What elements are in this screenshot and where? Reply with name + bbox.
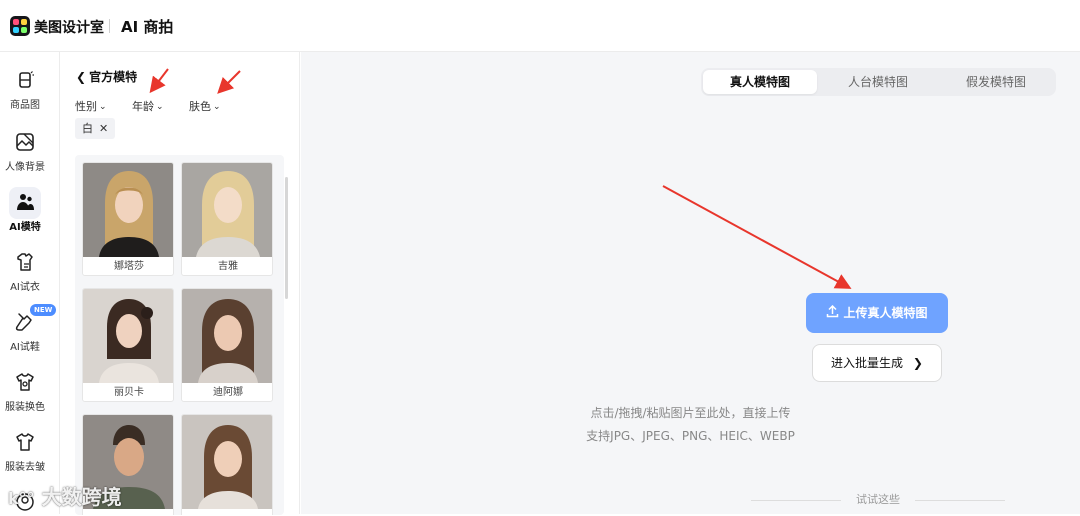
top-header: 美图设计室 AI 商拍 xyxy=(0,0,1080,52)
model-name: 丽贝卡 xyxy=(114,387,144,398)
model-photo xyxy=(182,289,272,383)
nav-label: AI试鞋 xyxy=(10,342,40,353)
chevron-left-icon: ❮ xyxy=(76,70,87,84)
filter-gender[interactable]: 性别 ⌄ xyxy=(75,98,107,114)
filter-label: 肤色 xyxy=(189,100,211,113)
clothing-dewrinkle-icon xyxy=(15,432,35,452)
tab-real-model[interactable]: 真人模特图 xyxy=(703,70,817,94)
close-icon[interactable]: ✕ xyxy=(99,122,108,135)
divider-line xyxy=(915,500,1005,501)
chip-label: 白 xyxy=(82,122,93,135)
model-panel: ❮ 官方模特 性别 ⌄ 年龄 ⌄ 肤色 ⌄ 白 ✕ 娜塔莎 吉雅 丽贝卡 迪阿娜 xyxy=(60,52,300,515)
portrait-background-icon xyxy=(15,132,35,152)
chevron-right-icon: ❯ xyxy=(912,356,923,370)
model-grid: 娜塔莎 吉雅 丽贝卡 迪阿娜 xyxy=(75,155,284,515)
watermark: k°° 大数跨境 xyxy=(8,481,122,510)
main-canvas[interactable]: 真人模特图 人台模特图 假发模特图 上传真人模特图 进入批量生成 ❯ 点击/拖拽… xyxy=(301,52,1080,514)
product-image-icon xyxy=(15,70,35,90)
chevron-down-icon: ⌄ xyxy=(213,102,221,112)
watermark-logo-icon: k°° xyxy=(8,489,35,508)
upload-label: 上传真人模特图 xyxy=(843,306,928,320)
upload-icon xyxy=(826,294,839,334)
nav-label: 商品图 xyxy=(10,100,40,111)
panel-scrollbar[interactable] xyxy=(285,177,288,299)
model-photo xyxy=(83,289,173,383)
try-these-divider: 试试这些 xyxy=(751,492,1005,508)
model-card[interactable]: 丽贝卡 xyxy=(82,288,174,402)
model-name xyxy=(182,510,272,515)
model-photo xyxy=(182,163,272,257)
upload-button[interactable]: 上传真人模特图 xyxy=(806,293,948,333)
model-photo xyxy=(182,415,272,509)
upload-hint: 点击/拖拽/粘贴图片至此处，直接上传 xyxy=(590,406,791,420)
nav-label: 人像背景 xyxy=(5,162,45,173)
model-card[interactable] xyxy=(181,414,273,515)
app-logo-icon[interactable] xyxy=(10,16,30,36)
format-hint: 支持JPG、JPEG、PNG、HEIC、WEBP xyxy=(586,429,795,443)
model-name: 吉雅 xyxy=(218,261,238,272)
nav-label: AI试衣 xyxy=(10,282,40,293)
ai-try-on-icon xyxy=(15,252,35,272)
model-card[interactable]: 娜塔莎 xyxy=(82,162,174,276)
tab-mannequin[interactable]: 人台模特图 xyxy=(821,70,935,94)
model-type-tabs: 真人模特图 人台模特图 假发模特图 xyxy=(701,68,1056,96)
model-card[interactable]: 迪阿娜 xyxy=(181,288,273,402)
model-name: 娜塔莎 xyxy=(114,261,144,272)
clothing-recolor-icon xyxy=(15,372,35,392)
filter-age[interactable]: 年龄 ⌄ xyxy=(132,98,164,114)
nav-label: 服装换色 xyxy=(5,402,45,413)
nav-label: AI模特 xyxy=(9,222,41,233)
watermark-text: 大数跨境 xyxy=(41,485,122,509)
back-label: 官方模特 xyxy=(89,70,138,84)
model-name: 迪阿娜 xyxy=(213,387,243,398)
model-photo xyxy=(83,163,173,257)
tab-wig-model[interactable]: 假发模特图 xyxy=(939,70,1053,94)
model-card[interactable]: 吉雅 xyxy=(181,162,273,276)
back-button[interactable]: ❮ 官方模特 xyxy=(76,68,137,85)
brand-divider xyxy=(109,19,110,33)
chevron-down-icon: ⌄ xyxy=(99,102,107,112)
brand-name[interactable]: 美图设计室 xyxy=(34,17,104,37)
left-nav: 商品图 人像背景 AI模特 AI试衣 NEW AI试鞋 服装换色 服装去皱 xyxy=(0,52,60,514)
batch-label: 进入批量生成 xyxy=(831,356,904,370)
product-name: AI 商拍 xyxy=(121,18,174,36)
filter-skin-tone[interactable]: 肤色 ⌄ xyxy=(189,98,221,114)
filter-label: 性别 xyxy=(75,100,97,113)
new-badge: NEW xyxy=(30,304,57,316)
filter-chip[interactable]: 白 ✕ xyxy=(75,118,116,139)
model-name xyxy=(83,510,173,515)
nav-label: 服装去皱 xyxy=(5,462,45,473)
ai-model-icon xyxy=(15,192,35,212)
filter-label: 年龄 xyxy=(132,100,154,113)
batch-generate-button[interactable]: 进入批量生成 ❯ xyxy=(812,344,942,382)
chevron-down-icon: ⌄ xyxy=(156,102,164,112)
